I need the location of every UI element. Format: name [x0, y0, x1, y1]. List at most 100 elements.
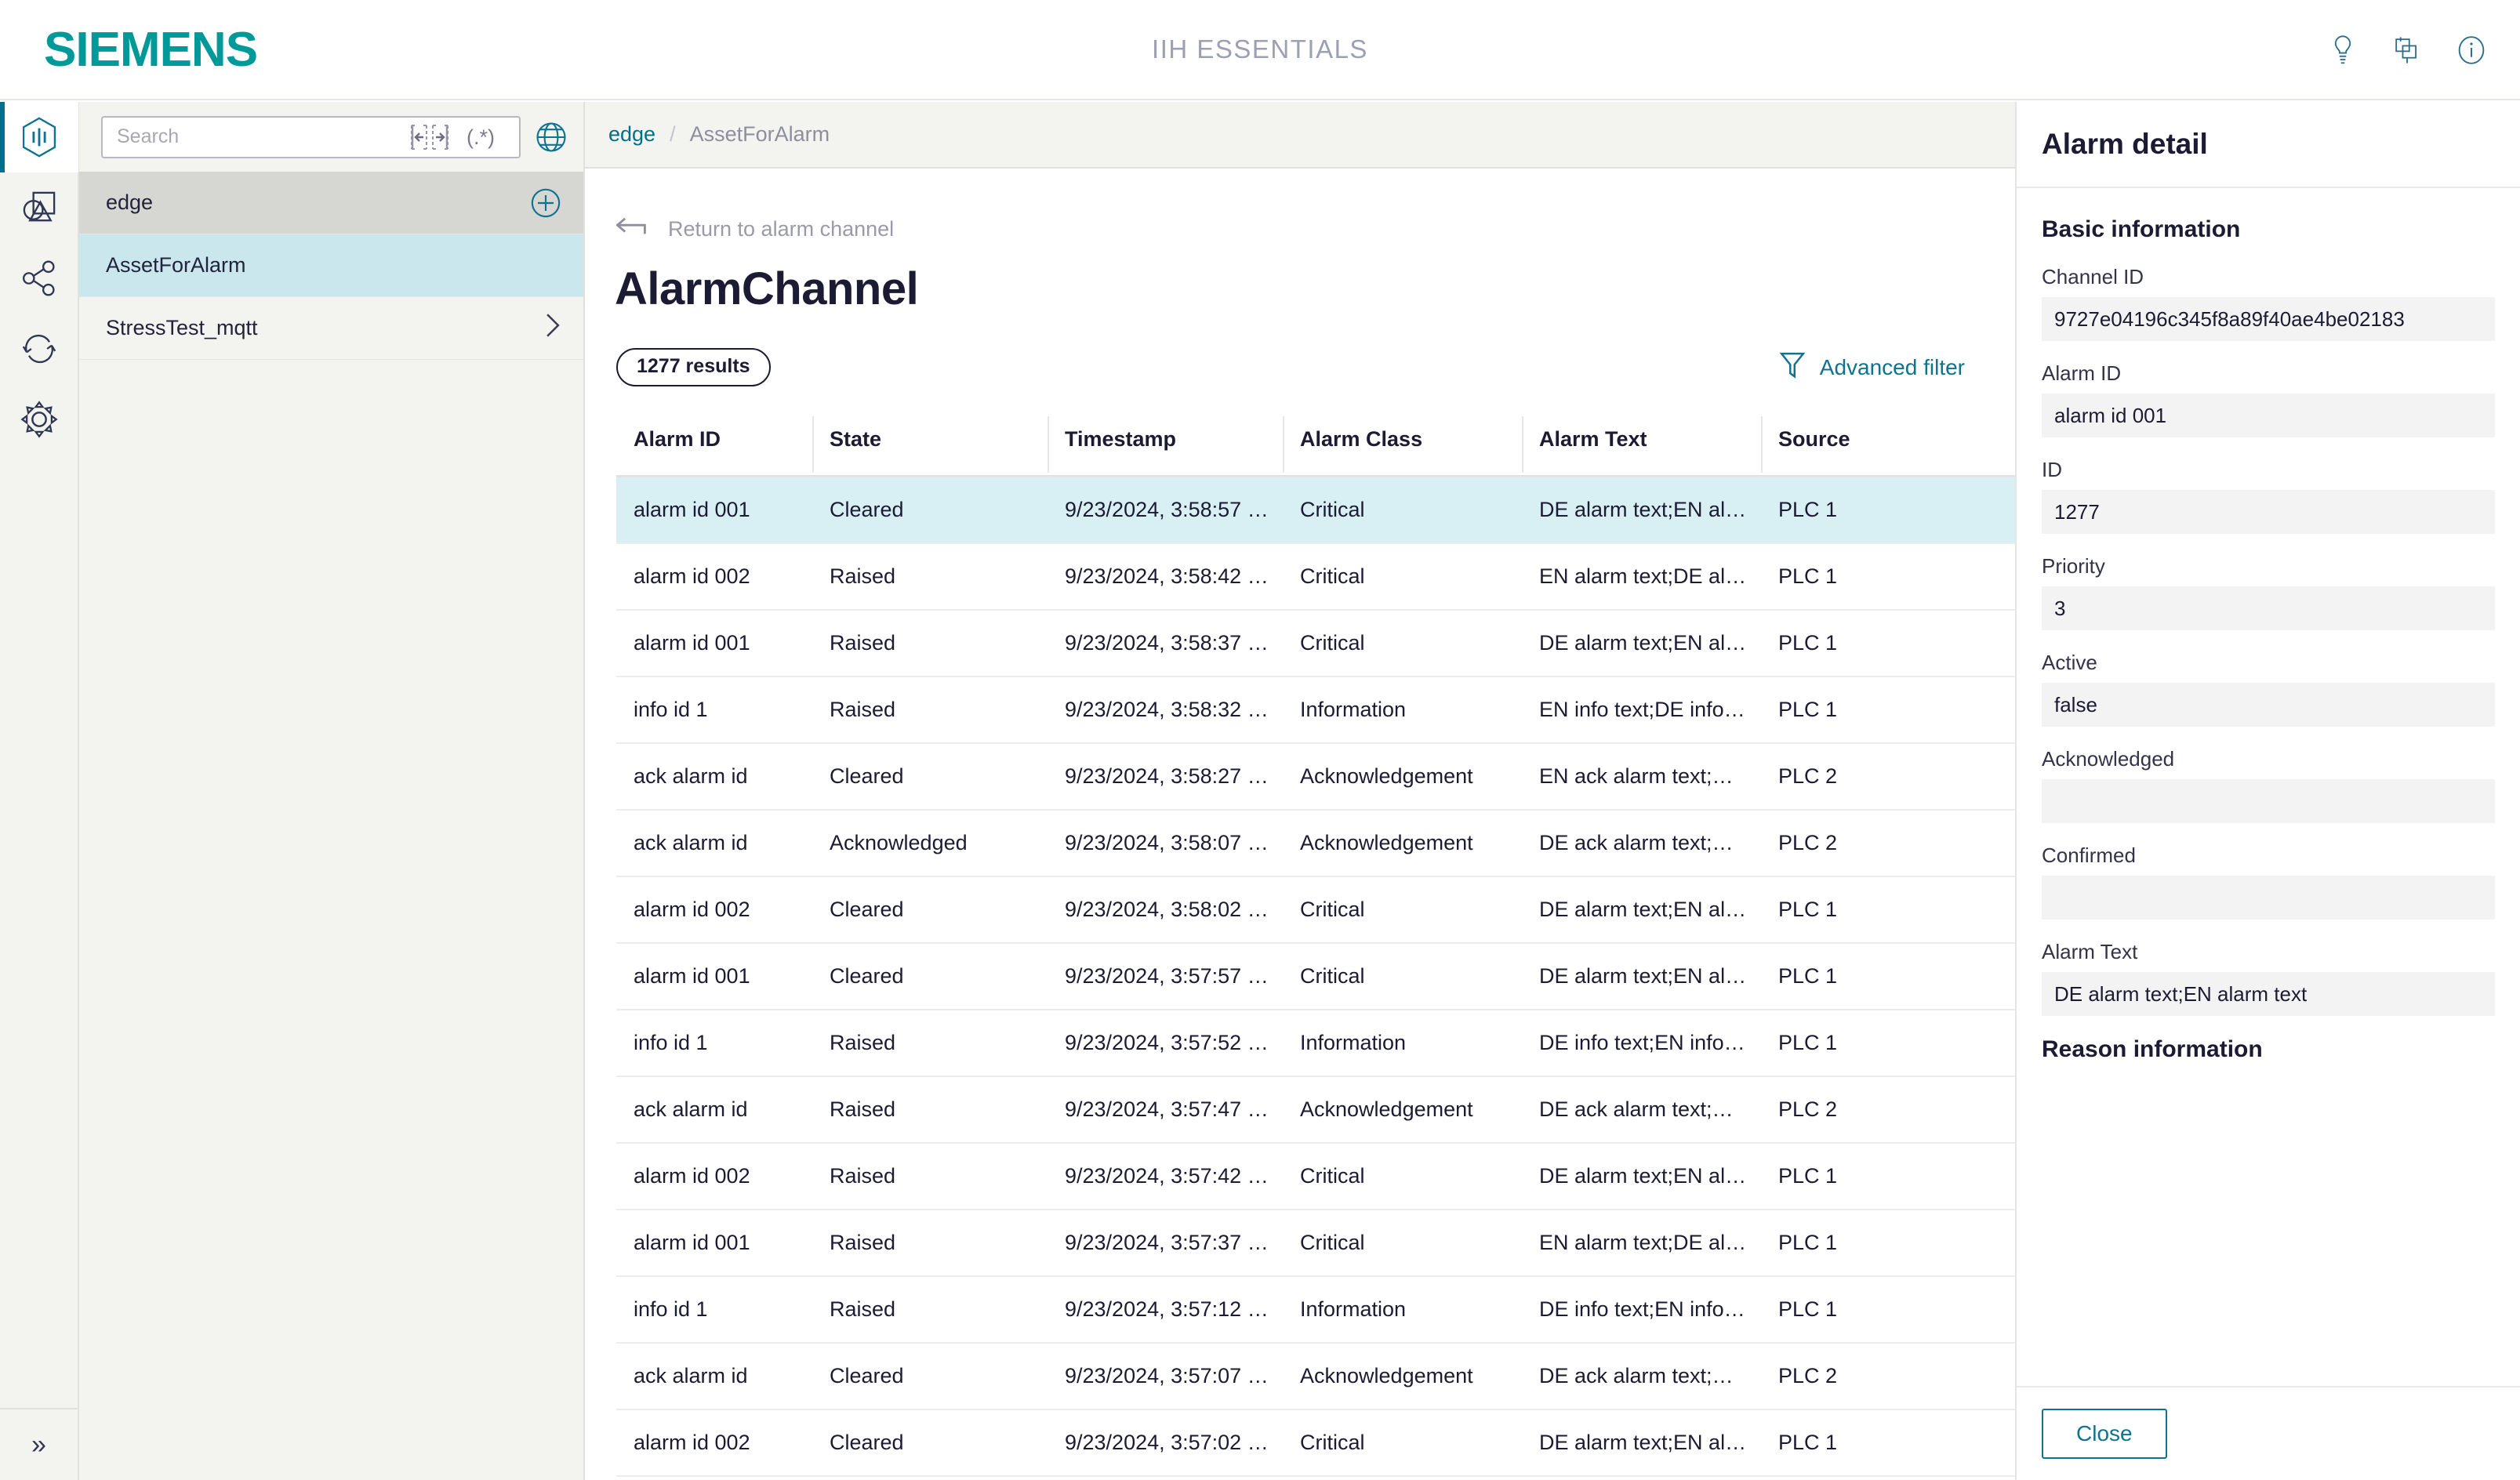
app-header: SIEMENS IIH ESSENTIALS — [0, 0, 2520, 100]
column-header-source[interactable]: Source — [1761, 410, 2015, 477]
table-row[interactable]: alarm id 002 Cleared 9/23/2024, 3:58:02 … C… — [616, 876, 2015, 944]
detail-field-value[interactable]: 3 — [2042, 586, 2495, 630]
detail-field-value[interactable]: false — [2042, 683, 2495, 727]
return-arrow-icon — [615, 216, 649, 242]
cell-alarm-id: info id 1 — [616, 1010, 812, 1077]
search-input[interactable] — [117, 125, 409, 148]
search-box[interactable]: (.*) — [101, 115, 521, 158]
info-icon[interactable] — [2454, 33, 2489, 67]
column-header-alarm-text[interactable]: Alarm Text — [1522, 410, 1761, 477]
lightbulb-icon[interactable] — [2326, 33, 2360, 67]
cell-source: PLC 1 — [1761, 1409, 2015, 1477]
nav-item-label: AssetForAlarm — [106, 253, 246, 277]
table-row[interactable]: alarm id 002 Raised 9/23/2024, 3:57:42 … Cr… — [616, 1143, 2015, 1210]
detail-field-value[interactable] — [2042, 779, 2495, 823]
cell-alarm-text: DE alarm text;EN al… — [1522, 610, 1761, 677]
cell-alarm-text: EN alarm text;DE al… — [1522, 543, 1761, 611]
table-row[interactable]: info id 1 Raised 9/23/2024, 3:57:52 … Infor… — [616, 1010, 2015, 1077]
detail-field: Active false — [2042, 651, 2495, 727]
cell-alarm-class: Acknowledgement — [1283, 743, 1522, 811]
detail-field-value[interactable]: DE alarm text;EN alarm text — [2042, 972, 2495, 1016]
detail-field-value[interactable] — [2042, 876, 2495, 920]
table-head: Alarm ID State Timestamp Alarm Class Ala… — [616, 410, 2015, 477]
table-row[interactable]: ack alarm id Acknowledged 9/23/2024, 3:58:… — [616, 810, 2015, 877]
column-header-state[interactable]: State — [812, 410, 1048, 477]
content-area: Return to alarm channel AlarmChannel 127… — [585, 170, 2015, 1480]
table-row[interactable]: ack alarm id Cleared 9/23/2024, 3:58:27 … A… — [616, 743, 2015, 811]
detail-field-label: Confirmed — [2042, 843, 2136, 867]
detail-field: Confirmed — [2042, 843, 2495, 920]
nav-item-assetforalarm[interactable]: AssetForAlarm — [79, 234, 583, 297]
sidebar-item-sync[interactable] — [0, 314, 78, 384]
globe-icon[interactable] — [533, 119, 569, 155]
detail-field: Channel ID 9727e04196c345f8a89f40ae4be021… — [2042, 265, 2495, 341]
cell-source: PLC 2 — [1761, 743, 2015, 811]
table-row[interactable]: alarm id 001 Raised 9/23/2024, 3:57:37 … Cr… — [616, 1210, 2015, 1277]
main-area: edge / AssetForAlarm Return to alarm cha… — [585, 102, 2520, 1480]
return-to-alarm-channel-link[interactable]: Return to alarm channel — [615, 216, 2015, 242]
cell-alarm-text: EN info text;DE info… — [1522, 677, 1761, 744]
nav-item-stresstest-mqtt[interactable]: StressTest_mqtt — [79, 297, 583, 360]
nav-item-edge[interactable]: edge — [79, 172, 583, 234]
cell-alarm-id: alarm id 001 — [616, 1476, 812, 1480]
cell-alarm-class: Critical — [1283, 1210, 1522, 1277]
chevron-right-icon[interactable] — [544, 311, 561, 346]
sidebar-item-settings[interactable] — [0, 384, 78, 455]
cell-alarm-id: ack alarm id — [616, 743, 812, 811]
cell-alarm-id: ack alarm id — [616, 1076, 812, 1144]
column-header-alarm-id[interactable]: Alarm ID — [616, 410, 812, 477]
cell-alarm-text: DE alarm text;EN al… — [1522, 476, 1761, 544]
cell-timestamp: 9/23/2024, 3:56:57 … — [1048, 1476, 1283, 1480]
close-button[interactable]: Close — [2042, 1409, 2167, 1459]
detail-field-value[interactable]: alarm id 001 — [2042, 394, 2495, 437]
cell-alarm-class: Critical — [1283, 876, 1522, 944]
advanced-filter-button[interactable]: Advanced filter — [1779, 350, 1965, 384]
table-row[interactable]: info id 1 Raised 9/23/2024, 3:57:12 … Infor… — [616, 1276, 2015, 1344]
cell-timestamp: 9/23/2024, 3:57:37 … — [1048, 1210, 1283, 1277]
column-header-alarm-class[interactable]: Alarm Class — [1283, 410, 1522, 477]
cell-timestamp: 9/23/2024, 3:58:07 … — [1048, 810, 1283, 877]
cell-alarm-text: DE alarm text;EN al… — [1522, 876, 1761, 944]
cell-alarm-class: Critical — [1283, 476, 1522, 544]
detail-panel-title: Alarm detail — [2017, 102, 2520, 188]
table-row[interactable]: alarm id 002 Cleared 9/23/2024, 3:57:02 … C… — [616, 1409, 2015, 1477]
sidebar-item-data[interactable] — [0, 102, 78, 172]
table-row[interactable]: ack alarm id Cleared 9/23/2024, 3:57:07 … A… — [616, 1343, 2015, 1410]
sidebar-item-connectivity[interactable] — [0, 243, 78, 314]
breadcrumb-root[interactable]: edge — [608, 122, 655, 147]
cell-alarm-id: ack alarm id — [616, 810, 812, 877]
table-row[interactable]: alarm id 001Cleared9/23/2024, 3:56:57 …C… — [616, 1476, 2015, 1480]
regex-icon[interactable]: (.*) — [466, 124, 508, 151]
detail-field-value[interactable]: 1277 — [2042, 490, 2495, 534]
results-count-badge: 1277 results — [616, 348, 771, 386]
filter-icon — [1779, 350, 1806, 384]
cell-timestamp: 9/23/2024, 3:57:12 … — [1048, 1276, 1283, 1344]
cell-alarm-class: Critical — [1283, 1409, 1522, 1477]
detail-field: ID 1277 — [2042, 458, 2495, 534]
cell-alarm-id: info id 1 — [616, 677, 812, 744]
table-row[interactable]: alarm id 002 Raised 9/23/2024, 3:58:42 … Cr… — [616, 543, 2015, 611]
feedback-icon[interactable] — [2390, 33, 2424, 67]
column-header-timestamp[interactable]: Timestamp — [1048, 410, 1283, 477]
add-icon[interactable] — [530, 187, 561, 219]
table-row[interactable]: alarm id 001 Cleared 9/23/2024, 3:58:57 … C… — [616, 476, 2015, 544]
detail-field-label: Alarm Text — [2042, 940, 2138, 963]
sidebar-item-models[interactable] — [0, 172, 78, 243]
cell-state: Raised — [812, 610, 1048, 677]
table-row[interactable]: alarm id 001 Cleared 9/23/2024, 3:57:57 … C… — [616, 943, 2015, 1010]
detail-panel-body: Basic information Channel ID 9727e04196c3… — [2017, 188, 2520, 1386]
cell-alarm-id: alarm id 001 — [616, 1210, 812, 1277]
sidebar-expand-icon[interactable]: » — [0, 1408, 78, 1480]
table-body: alarm id 001 Cleared 9/23/2024, 3:58:57 … C… — [616, 476, 2015, 1480]
cell-alarm-id: alarm id 002 — [616, 543, 812, 611]
table-row[interactable]: ack alarm id Raised 9/23/2024, 3:57:47 … Ac… — [616, 1076, 2015, 1144]
table-row[interactable]: alarm id 001 Raised 9/23/2024, 3:58:37 … Cr… — [616, 610, 2015, 677]
cell-alarm-text: DE info text;EN info… — [1522, 1276, 1761, 1344]
match-word-icon[interactable] — [409, 124, 458, 151]
cell-alarm-text: DE alarm text;EN al… — [1522, 1409, 1761, 1477]
cell-state: Cleared — [812, 743, 1048, 811]
cell-state: Raised — [812, 1276, 1048, 1344]
cell-timestamp: 9/23/2024, 3:57:02 … — [1048, 1409, 1283, 1477]
table-row[interactable]: info id 1 Raised 9/23/2024, 3:58:32 … Infor… — [616, 677, 2015, 744]
detail-field-value[interactable]: 9727e04196c345f8a89f40ae4be02183 — [2042, 297, 2495, 341]
